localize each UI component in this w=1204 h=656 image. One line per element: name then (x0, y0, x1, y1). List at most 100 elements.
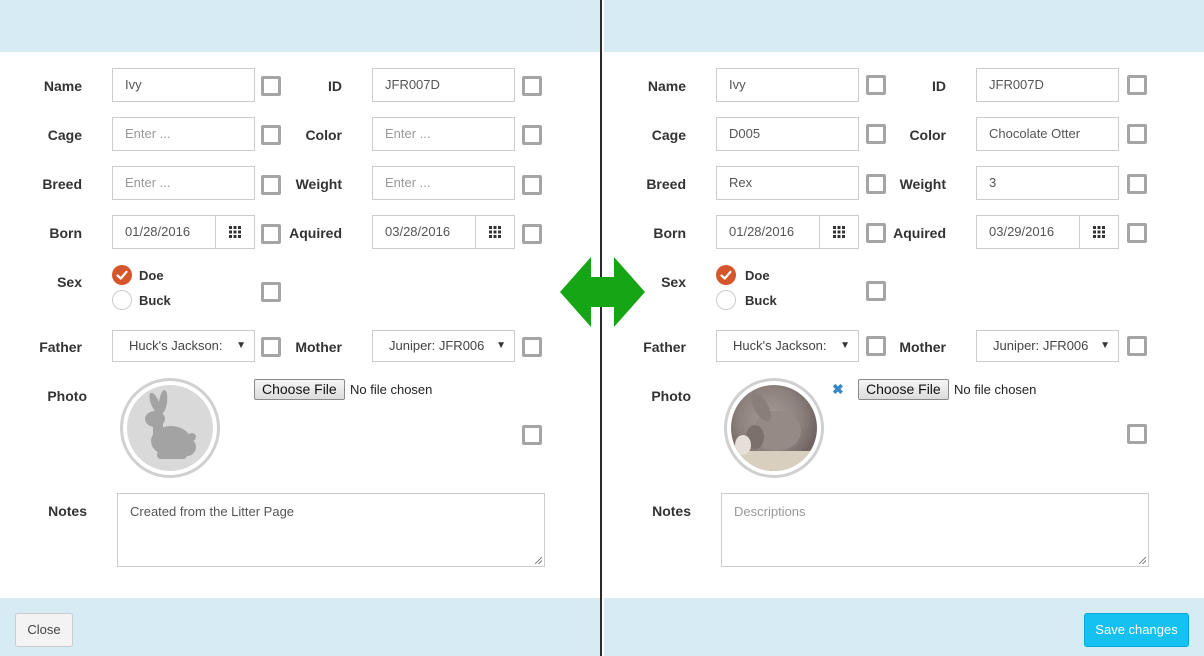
notes-textarea[interactable]: Descriptions (721, 493, 1149, 567)
cage-checkbox[interactable] (866, 124, 886, 144)
save-changes-button[interactable]: Save changes (1084, 613, 1189, 647)
calendar-icon[interactable] (475, 216, 514, 248)
sex-doe-label: Doe (745, 268, 770, 283)
breed-checkbox[interactable] (261, 175, 281, 195)
id-checkbox[interactable] (522, 76, 542, 96)
name-checkbox[interactable] (261, 76, 281, 96)
cage-checkbox[interactable] (261, 125, 281, 145)
sex-buck-label: Buck (745, 293, 777, 308)
file-status: No file chosen (350, 382, 433, 397)
photo-avatar (724, 378, 824, 478)
choose-file-button[interactable]: Choose File (254, 379, 345, 400)
photo-label: Photo (47, 388, 87, 404)
notes-textarea[interactable]: Created from the Litter Page (117, 493, 545, 567)
color-label: Color (305, 127, 342, 143)
breed-checkbox[interactable] (866, 174, 886, 194)
notes-label: Notes (652, 503, 691, 519)
weight-checkbox[interactable] (522, 175, 542, 195)
calendar-icon[interactable] (819, 216, 858, 248)
name-label: Name (43, 78, 82, 94)
sex-doe-radio[interactable] (112, 265, 132, 285)
weight-checkbox[interactable] (1127, 174, 1147, 194)
born-date-input[interactable]: 01/28/2016 (112, 215, 255, 249)
aquired-label: Aquired (893, 225, 946, 241)
color-label: Color (909, 127, 946, 143)
weight-input[interactable]: 3 (976, 166, 1119, 200)
father-select[interactable]: Huck's Jackson: ▼ (112, 330, 255, 362)
check-icon (116, 270, 128, 280)
cage-label: Cage (651, 127, 686, 143)
father-label: Father (39, 339, 82, 355)
sex-doe-label: Doe (139, 268, 164, 283)
photo-label: Photo (651, 388, 691, 404)
sex-doe-radio[interactable] (716, 265, 736, 285)
born-date-input[interactable]: 01/28/2016 (716, 215, 859, 249)
close-button[interactable]: Close (15, 613, 73, 647)
mother-select[interactable]: Juniper: JFR006 ▼ (976, 330, 1119, 362)
id-input[interactable]: JFR007D (372, 68, 515, 102)
born-label: Born (653, 225, 686, 241)
aquired-date-input[interactable]: 03/29/2016 (976, 215, 1119, 249)
born-checkbox[interactable] (261, 224, 281, 244)
weight-label: Weight (295, 176, 342, 192)
aquired-date-value: 03/28/2016 (385, 224, 451, 239)
weight-input[interactable]: Enter ... (372, 166, 515, 200)
calendar-icon[interactable] (215, 216, 254, 248)
sex-checkbox[interactable] (261, 282, 281, 302)
color-input[interactable]: Chocolate Otter (976, 117, 1119, 151)
sex-buck-radio[interactable] (112, 290, 132, 310)
mother-select[interactable]: Juniper: JFR006 ▼ (372, 330, 515, 362)
cage-input[interactable]: D005 (716, 117, 859, 151)
modal-header (0, 0, 600, 52)
panel-divider (600, 0, 602, 656)
mother-select-value: Juniper: JFR006 (993, 338, 1089, 353)
remove-icon[interactable]: ✖ (832, 382, 844, 396)
father-select-value: Huck's Jackson: (733, 338, 827, 353)
father-checkbox[interactable] (261, 337, 281, 357)
calendar-icon[interactable] (1079, 216, 1118, 248)
notes-placeholder: Descriptions (734, 504, 806, 519)
dropdown-arrow-icon: ▼ (496, 340, 506, 351)
modal-footer (0, 598, 600, 656)
father-select[interactable]: Huck's Jackson: ▼ (716, 330, 859, 362)
mother-checkbox[interactable] (1127, 336, 1147, 356)
photo-checkbox[interactable] (522, 425, 542, 445)
breed-input[interactable]: Rex (716, 166, 859, 200)
resize-grip-icon[interactable] (1139, 557, 1146, 564)
breed-label: Breed (646, 176, 686, 192)
father-select-value: Huck's Jackson: (129, 338, 223, 353)
id-label: ID (932, 78, 946, 94)
color-input[interactable]: Enter ... (372, 117, 515, 151)
cage-input[interactable]: Enter ... (112, 117, 255, 151)
file-status: No file chosen (954, 382, 1037, 397)
born-checkbox[interactable] (866, 223, 886, 243)
father-checkbox[interactable] (866, 336, 886, 356)
name-checkbox[interactable] (866, 75, 886, 95)
sex-buck-label: Buck (139, 293, 171, 308)
sex-checkbox[interactable] (866, 281, 886, 301)
id-input[interactable]: JFR007D (976, 68, 1119, 102)
photo-avatar (120, 378, 220, 478)
aquired-checkbox[interactable] (1127, 223, 1147, 243)
sex-label: Sex (57, 274, 82, 290)
sex-buck-radio[interactable] (716, 290, 736, 310)
born-date-value: 01/28/2016 (729, 224, 795, 239)
resize-grip-icon[interactable] (535, 557, 542, 564)
breed-input[interactable]: Enter ... (112, 166, 255, 200)
id-checkbox[interactable] (1127, 75, 1147, 95)
aquired-date-input[interactable]: 03/28/2016 (372, 215, 515, 249)
name-input[interactable]: Ivy (716, 68, 859, 102)
weight-label: Weight (899, 176, 946, 192)
aquired-checkbox[interactable] (522, 224, 542, 244)
choose-file-button[interactable]: Choose File (858, 379, 949, 400)
photo-checkbox[interactable] (1127, 424, 1147, 444)
mother-label: Mother (295, 339, 342, 355)
mother-checkbox[interactable] (522, 337, 542, 357)
modal-header (604, 0, 1204, 52)
rabbit-photo (731, 385, 817, 471)
double-arrow-icon (560, 257, 645, 327)
color-checkbox[interactable] (1127, 124, 1147, 144)
left-edit-form: Name Ivy ID JFR007D Cage Enter ... Color… (0, 0, 600, 656)
color-checkbox[interactable] (522, 125, 542, 145)
name-input[interactable]: Ivy (112, 68, 255, 102)
